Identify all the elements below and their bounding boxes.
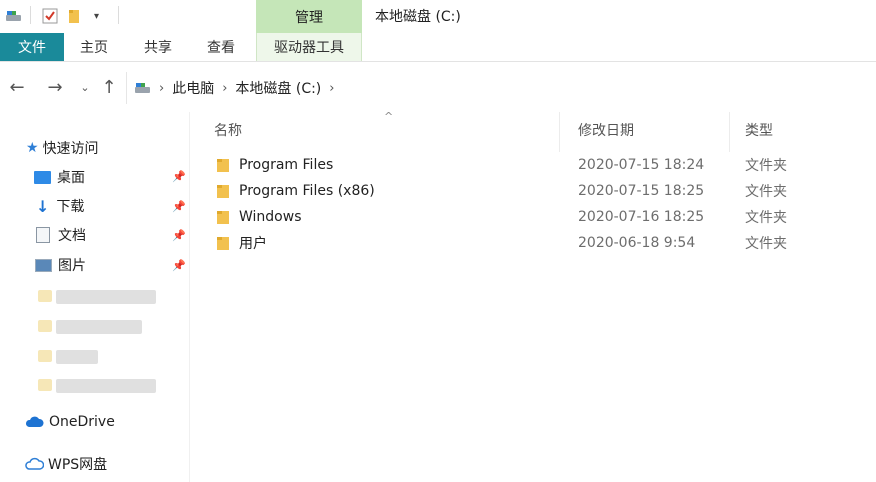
file-date: 2020-07-15 18:24 [578, 157, 705, 173]
file-name: Program Files [239, 157, 334, 173]
breadcrumb-chevron-icon[interactable]: › [329, 81, 334, 96]
sidebar-item-label: WPS网盘 [48, 457, 108, 473]
blurred-folder-icon [38, 320, 52, 332]
file-type: 文件夹 [745, 236, 787, 252]
breadcrumb-this-pc[interactable]: 此电脑 [172, 78, 214, 98]
sidebar-item-label: 图片 [58, 258, 86, 274]
recent-locations-chevron-icon[interactable]: ⌄ [74, 76, 96, 98]
column-separator[interactable] [729, 112, 730, 152]
sidebar-item-label: 快速访问 [42, 141, 99, 157]
sidebar-item-downloads[interactable]: ↓ 下载 [36, 196, 84, 216]
file-row[interactable]: 用户 2020-06-18 9:54 文件夹 [211, 230, 851, 256]
column-header-date[interactable]: 修改日期 [578, 120, 634, 140]
wps-cloud-icon [24, 457, 44, 471]
sidebar-item-pictures[interactable]: 图片 [35, 255, 86, 275]
blurred-item[interactable] [56, 379, 156, 393]
drive-icon[interactable] [4, 6, 24, 26]
file-name: Program Files (x86) [239, 183, 375, 199]
navigation-pane: ★ 快速访问 桌面 📌 ↓ 下载 📌 文档 📌 图片 📌 OneDrive WP… [0, 112, 190, 482]
tab-drive-tools[interactable]: 驱动器工具 [256, 33, 362, 61]
download-arrow-icon: ↓ [36, 196, 50, 216]
file-date: 2020-07-16 18:25 [578, 209, 705, 225]
manage-label: 管理 [295, 9, 323, 26]
file-name: Windows [239, 209, 302, 225]
column-header-name[interactable]: 名称 [214, 120, 242, 140]
qa-separator [30, 6, 31, 24]
ribbon-tabs: 文件 主页 共享 查看 驱动器工具 [0, 33, 876, 62]
tab-home[interactable]: 主页 [80, 33, 108, 61]
sidebar-item-label: 下载 [56, 199, 85, 215]
tab-file-label: 文件 [18, 40, 46, 56]
navigation-bar: ← → ⌄ ↑ › 此电脑 › 本地磁盘 (C:) › [0, 62, 876, 112]
star-icon: ★ [26, 140, 39, 156]
address-bar[interactable]: › 此电脑 › 本地磁盘 (C:) › [126, 72, 876, 104]
forward-arrow-icon[interactable]: → [44, 76, 66, 98]
breadcrumb-local-disk[interactable]: 本地磁盘 (C:) [235, 78, 321, 98]
new-folder-icon[interactable] [68, 6, 80, 26]
tab-file[interactable]: 文件 [0, 33, 64, 61]
manage-context-tab[interactable]: 管理 [256, 0, 362, 33]
folder-icon [217, 185, 229, 198]
sidebar-item-wps[interactable]: WPS网盘 [24, 454, 107, 474]
drive-address-icon [133, 80, 153, 96]
blurred-item[interactable] [56, 320, 142, 334]
blurred-folder-icon [38, 350, 52, 362]
pin-icon[interactable]: 📌 [172, 200, 186, 213]
window-title: 本地磁盘 (C:) [375, 9, 461, 25]
file-list: ^ 名称 修改日期 类型 Program Files 2020-07-15 18… [191, 110, 876, 482]
pin-icon[interactable]: 📌 [172, 170, 186, 183]
sidebar-item-onedrive[interactable]: OneDrive [24, 414, 115, 430]
blurred-folder-icon [38, 290, 52, 302]
blurred-folder-icon [38, 379, 52, 391]
column-separator[interactable] [559, 112, 560, 152]
back-arrow-icon[interactable]: ← [6, 76, 28, 98]
qa-separator-2 [118, 6, 119, 24]
properties-check-icon[interactable] [42, 6, 58, 26]
tab-drive-tools-label: 驱动器工具 [274, 40, 344, 56]
sidebar-item-quick-access[interactable]: ★ 快速访问 [26, 138, 99, 158]
folder-icon [217, 211, 229, 224]
file-date: 2020-07-15 18:25 [578, 183, 705, 199]
blurred-item[interactable] [56, 350, 98, 364]
breadcrumb-chevron-icon[interactable]: › [222, 81, 227, 96]
customize-qa-dropdown-icon[interactable]: ▾ [94, 6, 99, 26]
sidebar-item-label: 文档 [58, 228, 86, 244]
breadcrumb-chevron-icon[interactable]: › [159, 81, 164, 96]
pin-icon[interactable]: 📌 [172, 229, 186, 242]
file-type: 文件夹 [745, 158, 787, 174]
file-type: 文件夹 [745, 184, 787, 200]
sidebar-item-documents[interactable]: 文档 [36, 225, 86, 245]
sidebar-item-label: 桌面 [57, 170, 85, 186]
file-type: 文件夹 [745, 210, 787, 226]
folder-icon [217, 159, 229, 172]
up-arrow-icon[interactable]: ↑ [98, 76, 120, 98]
file-row[interactable]: Program Files 2020-07-15 18:24 文件夹 [211, 152, 851, 178]
pin-icon[interactable]: 📌 [172, 259, 186, 272]
picture-icon [35, 258, 52, 272]
blurred-item[interactable] [56, 290, 156, 304]
file-row[interactable]: Program Files (x86) 2020-07-15 18:25 文件夹 [211, 178, 851, 204]
file-row[interactable]: Windows 2020-07-16 18:25 文件夹 [211, 204, 851, 230]
title-bar: ▾ 管理 本地磁盘 (C:) [0, 0, 876, 33]
sidebar-item-desktop[interactable]: 桌面 [34, 167, 85, 187]
tab-share[interactable]: 共享 [144, 33, 172, 61]
desktop-icon [34, 170, 51, 184]
file-date: 2020-06-18 9:54 [578, 235, 696, 251]
cloud-icon [24, 416, 44, 428]
folder-icon [217, 237, 229, 250]
sidebar-item-label: OneDrive [49, 414, 115, 430]
sort-ascending-icon: ^ [384, 110, 394, 123]
tab-view[interactable]: 查看 [207, 33, 235, 61]
document-icon [36, 227, 50, 243]
file-name: 用户 [239, 236, 267, 252]
column-header-type[interactable]: 类型 [745, 120, 773, 140]
